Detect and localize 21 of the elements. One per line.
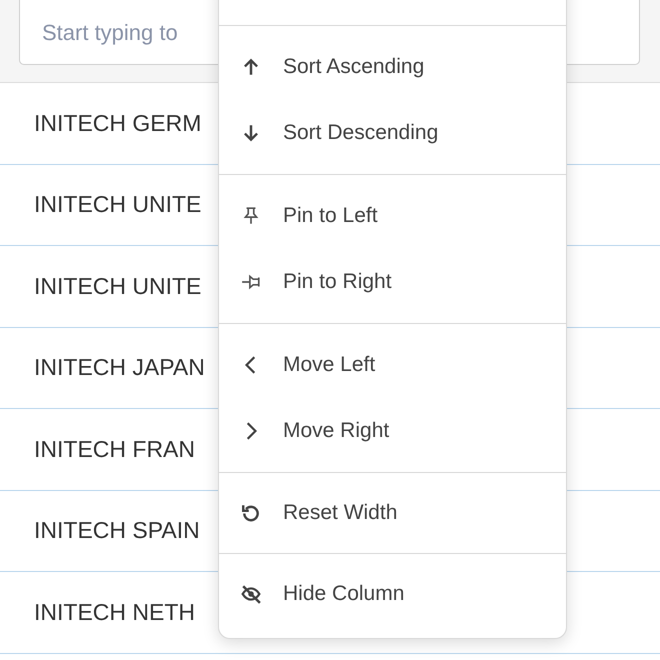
table-cell: INITECH GERM — [34, 110, 202, 137]
table-cell: INITECH SPAIN — [34, 517, 200, 544]
pin-icon — [241, 272, 261, 292]
table-cell: INITECH FRAN — [34, 436, 195, 463]
menu-item[interactable]: Move Left — [219, 332, 566, 398]
arrow-down-icon — [241, 123, 261, 143]
table-cell: INITECH NETH — [34, 598, 195, 626]
table-cell: INITECH UNITE — [34, 191, 202, 218]
menu-item[interactable]: Hide Column — [219, 562, 566, 626]
menu-item[interactable]: Reset Width — [219, 481, 566, 545]
table-cell: INITECH UNITE — [34, 272, 202, 300]
menu-item[interactable]: Sort Ascending — [219, 34, 566, 100]
reset-icon — [241, 503, 261, 523]
arrow-up-icon — [241, 57, 261, 77]
eye-off-icon — [241, 584, 261, 604]
menu-item[interactable]: Sort Descending — [219, 100, 566, 166]
table-cell: INITECH JAPAN — [34, 354, 205, 382]
menu-item[interactable]: Pin to Right — [219, 249, 566, 315]
menu-item[interactable]: Move Right — [219, 398, 566, 464]
menu-item[interactable]: Pin to Left — [219, 183, 566, 249]
pin-icon — [241, 206, 261, 226]
